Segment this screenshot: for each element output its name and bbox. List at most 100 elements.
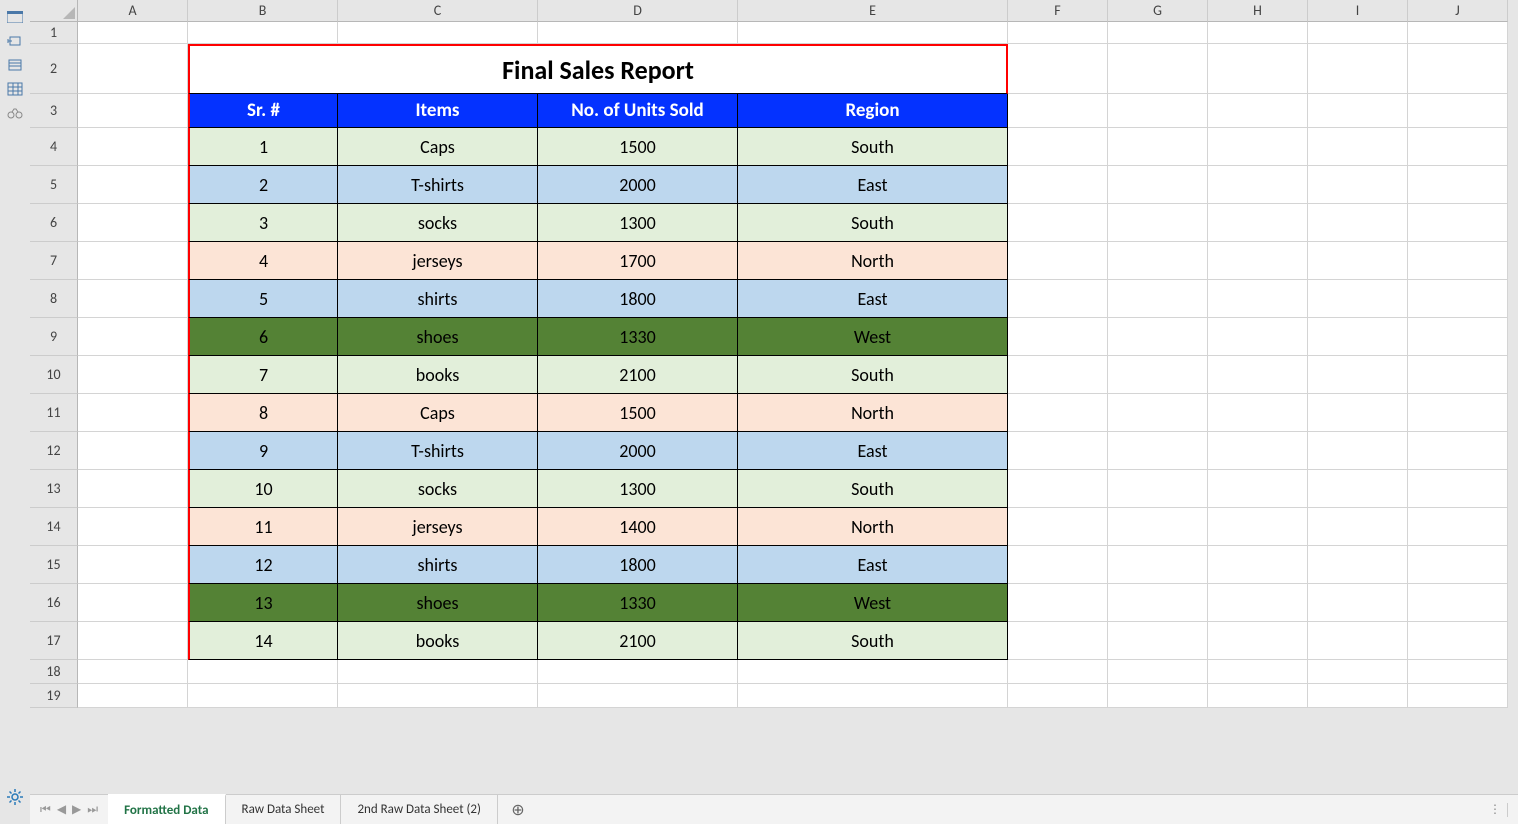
row-header-18[interactable]: 18	[30, 660, 78, 684]
cell-I17[interactable]	[1308, 622, 1408, 660]
cell-J10[interactable]	[1408, 356, 1508, 394]
cell-J15[interactable]	[1408, 546, 1508, 584]
cell-I19[interactable]	[1308, 684, 1408, 708]
cell-F7[interactable]	[1008, 242, 1108, 280]
row-header-15[interactable]: 15	[30, 546, 78, 584]
cell-D16[interactable]: 1330	[538, 584, 738, 622]
row-header-6[interactable]: 6	[30, 204, 78, 242]
cell-D12[interactable]: 2000	[538, 432, 738, 470]
cell-G9[interactable]	[1108, 318, 1208, 356]
cell-F19[interactable]	[1008, 684, 1108, 708]
cell-C18[interactable]	[338, 660, 538, 684]
cell-B8[interactable]: 5	[188, 280, 338, 318]
cell-E4[interactable]: South	[738, 128, 1008, 166]
cell-F1[interactable]	[1008, 22, 1108, 44]
cell-D4[interactable]: 1500	[538, 128, 738, 166]
cell-B7[interactable]: 4	[188, 242, 338, 280]
sheet-tab-2[interactable]: 2nd Raw Data Sheet (2)	[341, 795, 498, 824]
cell-A3[interactable]	[78, 94, 188, 128]
cell-B9[interactable]: 6	[188, 318, 338, 356]
cell-G2[interactable]	[1108, 44, 1208, 94]
cell-G18[interactable]	[1108, 660, 1208, 684]
cell-D1[interactable]	[538, 22, 738, 44]
column-header-A[interactable]: A	[78, 0, 188, 22]
cell-H8[interactable]	[1208, 280, 1308, 318]
cell-D15[interactable]: 1800	[538, 546, 738, 584]
cell-C17[interactable]: books	[338, 622, 538, 660]
cell-D17[interactable]: 2100	[538, 622, 738, 660]
cell-C7[interactable]: jerseys	[338, 242, 538, 280]
column-header-F[interactable]: F	[1008, 0, 1108, 22]
cell-F15[interactable]	[1008, 546, 1108, 584]
cell-I13[interactable]	[1308, 470, 1408, 508]
cell-B14[interactable]: 11	[188, 508, 338, 546]
cell-D10[interactable]: 2100	[538, 356, 738, 394]
cell-G10[interactable]	[1108, 356, 1208, 394]
cell-I16[interactable]	[1308, 584, 1408, 622]
cell-I4[interactable]	[1308, 128, 1408, 166]
cell-H7[interactable]	[1208, 242, 1308, 280]
cell-J5[interactable]	[1408, 166, 1508, 204]
row-header-13[interactable]: 13	[30, 470, 78, 508]
sheet-tab-1[interactable]: Raw Data Sheet	[226, 795, 342, 824]
cell-A4[interactable]	[78, 128, 188, 166]
row-header-10[interactable]: 10	[30, 356, 78, 394]
tab-first-icon[interactable]: ⏮	[40, 803, 51, 817]
cell-C19[interactable]	[338, 684, 538, 708]
cell-D9[interactable]: 1330	[538, 318, 738, 356]
cell-C11[interactable]: Caps	[338, 394, 538, 432]
cell-E13[interactable]: South	[738, 470, 1008, 508]
cell-B6[interactable]: 3	[188, 204, 338, 242]
cell-D18[interactable]	[538, 660, 738, 684]
column-header-G[interactable]: G	[1108, 0, 1208, 22]
cell-H6[interactable]	[1208, 204, 1308, 242]
cell-E7[interactable]: North	[738, 242, 1008, 280]
cell-E12[interactable]: East	[738, 432, 1008, 470]
cell-G6[interactable]	[1108, 204, 1208, 242]
cell-J4[interactable]	[1408, 128, 1508, 166]
cell-A12[interactable]	[78, 432, 188, 470]
cell-C6[interactable]: socks	[338, 204, 538, 242]
cell-B3[interactable]: Sr. #	[188, 94, 338, 128]
cell-E10[interactable]: South	[738, 356, 1008, 394]
row-header-8[interactable]: 8	[30, 280, 78, 318]
cell-A9[interactable]	[78, 318, 188, 356]
cell-G1[interactable]	[1108, 22, 1208, 44]
cell-I9[interactable]	[1308, 318, 1408, 356]
cell-A16[interactable]	[78, 584, 188, 622]
cell-E19[interactable]	[738, 684, 1008, 708]
cell-J9[interactable]	[1408, 318, 1508, 356]
cell-J2[interactable]	[1408, 44, 1508, 94]
cell-J16[interactable]	[1408, 584, 1508, 622]
cell-D11[interactable]: 1500	[538, 394, 738, 432]
cell-F14[interactable]	[1008, 508, 1108, 546]
cell-E18[interactable]	[738, 660, 1008, 684]
cell-H1[interactable]	[1208, 22, 1308, 44]
select-all-corner[interactable]	[30, 0, 78, 22]
row-header-9[interactable]: 9	[30, 318, 78, 356]
cell-D5[interactable]: 2000	[538, 166, 738, 204]
cell-I14[interactable]	[1308, 508, 1408, 546]
panel-icon-4[interactable]	[6, 82, 24, 96]
cell-E5[interactable]: East	[738, 166, 1008, 204]
panel-icon-2[interactable]	[6, 34, 24, 48]
cell-H2[interactable]	[1208, 44, 1308, 94]
cell-D3[interactable]: No. of Units Sold	[538, 94, 738, 128]
cell-H19[interactable]	[1208, 684, 1308, 708]
cell-C12[interactable]: T-shirts	[338, 432, 538, 470]
cell-A14[interactable]	[78, 508, 188, 546]
cell-J14[interactable]	[1408, 508, 1508, 546]
row-header-3[interactable]: 3	[30, 94, 78, 128]
cell-F3[interactable]	[1008, 94, 1108, 128]
cell-G11[interactable]	[1108, 394, 1208, 432]
cell-B4[interactable]: 1	[188, 128, 338, 166]
cell-A11[interactable]	[78, 394, 188, 432]
cell-F2[interactable]	[1008, 44, 1108, 94]
cell-D19[interactable]	[538, 684, 738, 708]
cell-B13[interactable]: 10	[188, 470, 338, 508]
cell-A6[interactable]	[78, 204, 188, 242]
sheet-tab-0[interactable]: Formatted Data	[108, 794, 225, 824]
cell-D8[interactable]: 1800	[538, 280, 738, 318]
cell-G5[interactable]	[1108, 166, 1208, 204]
cell-J7[interactable]	[1408, 242, 1508, 280]
